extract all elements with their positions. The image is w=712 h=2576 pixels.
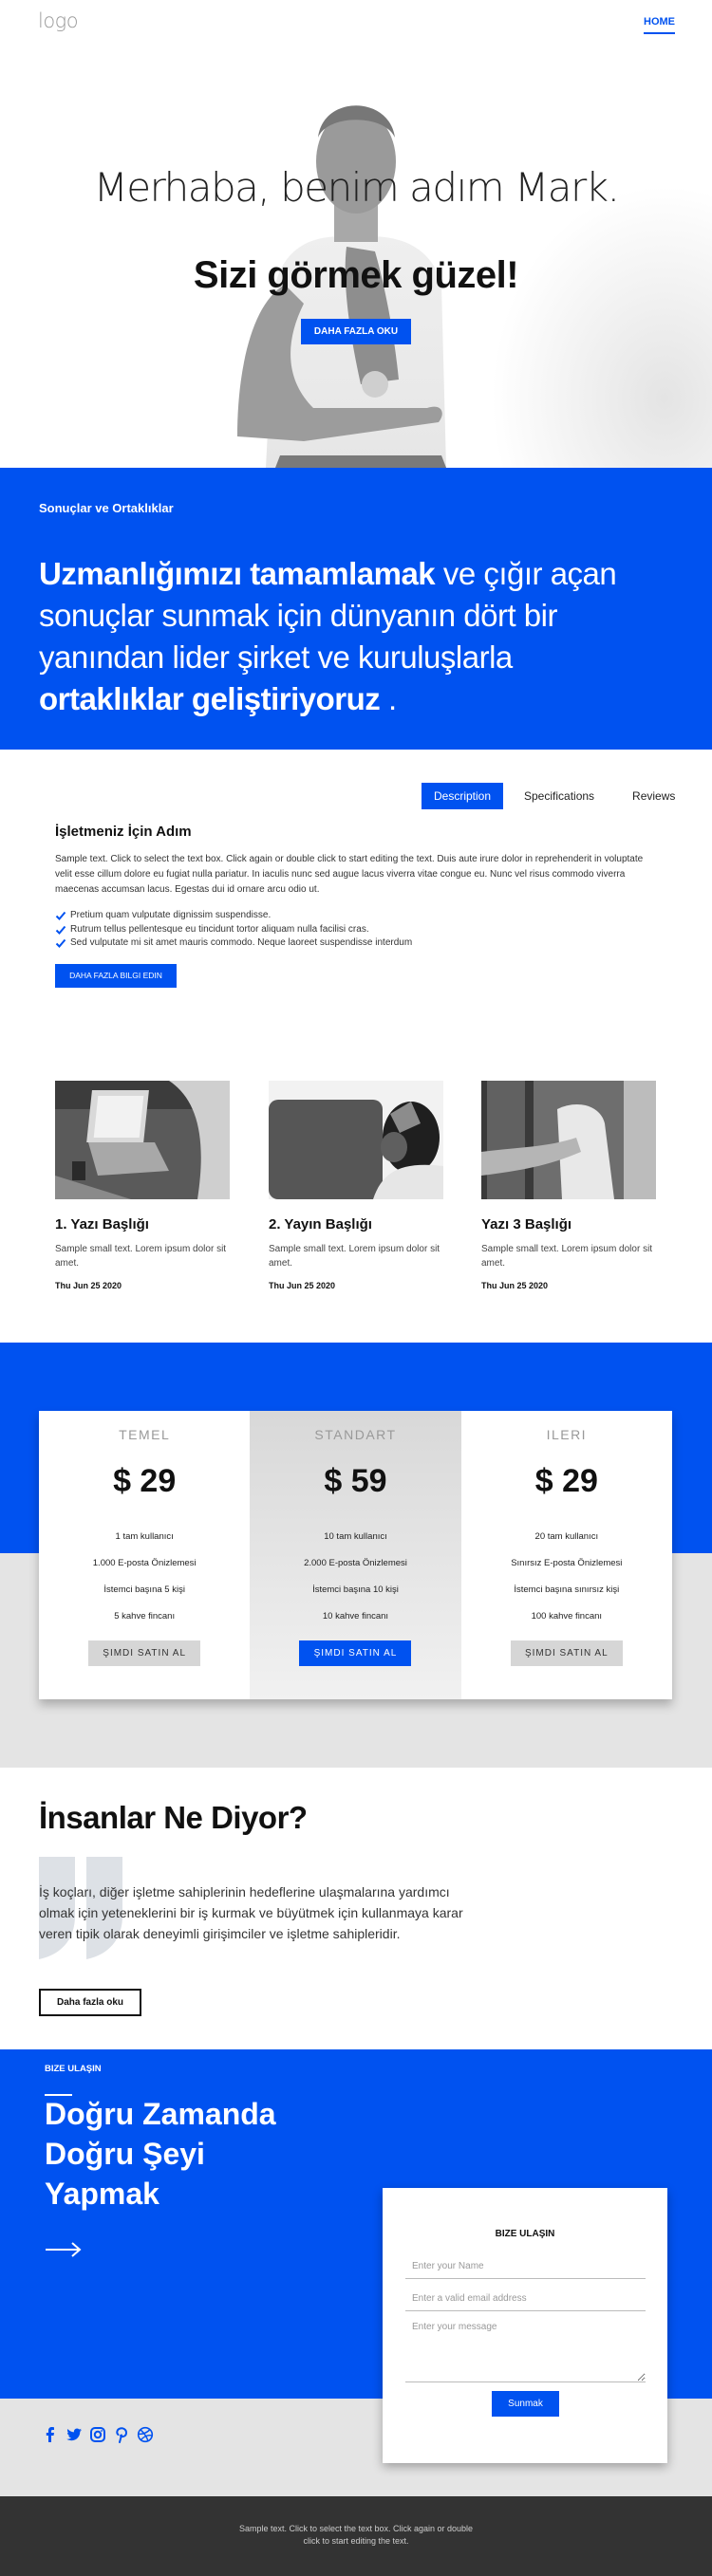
post-excerpt: Sample small text. Lorem ipsum dolor sit… — [55, 1244, 227, 1269]
testimonial-text: İş koçları, diğer işletme sahiplerinin h… — [39, 1884, 463, 1941]
logo[interactable]: logo — [38, 9, 79, 32]
plan-name: ILERI — [546, 1427, 588, 1442]
read-more-outline-button[interactable]: Daha fazla oku — [39, 1989, 141, 2016]
checklist-text: Sed vulputate mi sit amet mauris commodo… — [70, 937, 413, 948]
instagram-icon[interactable] — [89, 2426, 106, 2443]
buy-now-button[interactable]: ŞIMDI SATIN AL — [510, 1640, 623, 1666]
arrow-right-icon[interactable] — [45, 2240, 83, 2259]
checklist-item: Pretium quam vulputate dignissim suspend… — [55, 909, 412, 923]
plan-feature: 1 tam kullanıcı — [115, 1531, 174, 1542]
intro-light-2: . — [380, 681, 397, 716]
social-links — [42, 2426, 154, 2443]
hero-section: logo HOME Merhaba, benim adım Mark. Sizi… — [0, 0, 712, 468]
buy-now-button[interactable]: ŞIMDI SATIN AL — [299, 1640, 412, 1666]
post-date: Thu Jun 25 2020 — [481, 1281, 549, 1290]
tab-reviews[interactable]: Reviews — [619, 783, 688, 809]
twitter-icon[interactable] — [66, 2426, 83, 2443]
contact-form: BIZE ULAŞIN Sunmak — [383, 2188, 667, 2463]
form-title: BIZE ULAŞIN — [495, 2229, 555, 2239]
contact-heading: Doğru Zamanda Doğru Şeyi Yapmak — [45, 2097, 276, 2211]
blog-post: 2. Yayın Başlığı Sample small text. Lore… — [269, 1081, 443, 1290]
plan-feature: 10 tam kullanıcı — [324, 1531, 387, 1542]
plan-name: TEMEL — [119, 1427, 171, 1442]
vr-headset-image[interactable] — [269, 1081, 443, 1199]
testimonial-title: İnsanlar Ne Diyor? — [39, 1800, 308, 1835]
plan-feature: 10 kahve fincanı — [322, 1611, 389, 1622]
results-partnerships-section: Sonuçlar ve Ortaklıklar Uzmanlığımızı ta… — [0, 468, 712, 750]
intro-bold-1: Uzmanlığımızı tamamlamak — [39, 556, 436, 591]
feature-checklist: Pretium quam vulputate dignissim suspend… — [55, 909, 412, 951]
post-title[interactable]: 1. Yazı Başlığı — [55, 1216, 230, 1232]
description-body: Sample text. Click to select the text bo… — [55, 854, 644, 895]
laptop-meeting-image[interactable] — [55, 1081, 230, 1199]
checklist-item: Rutrum tellus pellentesque eu tincidunt … — [55, 923, 412, 937]
description-title: İşletmeniz İçin Adım — [55, 824, 192, 840]
check-icon — [55, 939, 66, 949]
plan-feature: 1.000 E-posta Önizlemesi — [92, 1558, 197, 1568]
tab-description[interactable]: Description — [422, 783, 503, 809]
plan-feature: İstemci başına 5 kişi — [103, 1585, 185, 1595]
learn-more-button[interactable]: DAHA FAZLA BILGI EDIN — [55, 964, 177, 988]
plan-feature: 5 kahve fincanı — [114, 1611, 176, 1622]
checklist-text: Rutrum tellus pellentesque eu tincidunt … — [70, 923, 369, 935]
nav-home-link[interactable]: HOME — [644, 16, 675, 34]
people-phone-image[interactable] — [481, 1081, 656, 1199]
plan-feature: İstemci başına sınırsız kişi — [514, 1585, 620, 1595]
checklist-text: Pretium quam vulputate dignissim suspend… — [70, 910, 272, 920]
intro-bold-2: ortaklıklar geliştiriyoruz — [39, 681, 381, 716]
post-excerpt: Sample small text. Lorem ipsum dolor sit… — [481, 1244, 653, 1269]
footer-text: Sample text. Click to select the text bo… — [238, 2524, 474, 2546]
blog-post: Yazı 3 Başlığı Sample small text. Lorem … — [481, 1081, 656, 1290]
plan-feature: 2.000 E-posta Önizlemesi — [304, 1558, 407, 1568]
product-tabs: Description Specifications Reviews — [422, 783, 688, 809]
plan-price: $ 29 — [113, 1463, 177, 1499]
plan-feature: 100 kahve fincanı — [531, 1611, 603, 1622]
pinterest-icon[interactable] — [113, 2426, 130, 2443]
pricing-table: TEMEL $ 29 1 tam kullanıcı 1.000 E-posta… — [39, 1411, 672, 1699]
hero-title: Merhaba, benim adım Mark. — [93, 164, 620, 211]
plan-feature: Sınırsız E-posta Önizlemesi — [511, 1558, 623, 1568]
email-field[interactable] — [405, 2287, 646, 2311]
plan-advanced: ILERI $ 29 20 tam kullanıcı Sınırsız E-p… — [461, 1411, 672, 1699]
hero-subtitle: Sizi görmek güzel! — [193, 254, 519, 296]
buy-now-button[interactable]: ŞIMDI SATIN AL — [88, 1640, 201, 1666]
plan-price: $ 59 — [324, 1463, 387, 1499]
checklist-item: Sed vulputate mi sit amet mauris commodo… — [55, 936, 412, 951]
blog-post: 1. Yazı Başlığı Sample small text. Lorem… — [55, 1081, 230, 1290]
section-label: Sonuçlar ve Ortaklıklar — [39, 501, 174, 515]
plan-standard: STANDART $ 59 10 tam kullanıcı 2.000 E-p… — [250, 1411, 461, 1699]
message-field[interactable] — [405, 2320, 646, 2382]
contact-label: BIZE ULAŞIN — [45, 2064, 102, 2074]
plan-price: $ 29 — [534, 1463, 598, 1499]
post-title[interactable]: Yazı 3 Başlığı — [481, 1216, 656, 1232]
tab-specifications[interactable]: Specifications — [511, 783, 608, 809]
post-date: Thu Jun 25 2020 — [269, 1281, 336, 1290]
check-icon — [55, 912, 66, 921]
plan-feature: İstemci başına 10 kişi — [312, 1585, 399, 1595]
page-footer: Sample text. Click to select the text bo… — [0, 2496, 712, 2576]
plan-basic: TEMEL $ 29 1 tam kullanıcı 1.000 E-posta… — [39, 1411, 250, 1699]
read-more-button[interactable]: DAHA FAZLA OKU — [301, 319, 411, 344]
facebook-icon[interactable] — [42, 2426, 59, 2443]
check-icon — [55, 925, 66, 935]
submit-button[interactable]: Sunmak — [492, 2391, 559, 2417]
intro-statement: Uzmanlığımızı tamamlamak ve çığır açan s… — [39, 553, 656, 720]
plan-feature: 20 tam kullanıcı — [534, 1531, 599, 1542]
name-field[interactable] — [405, 2254, 646, 2279]
post-date: Thu Jun 25 2020 — [55, 1281, 122, 1290]
post-title[interactable]: 2. Yayın Başlığı — [269, 1216, 443, 1232]
plan-name: STANDART — [314, 1427, 397, 1442]
post-excerpt: Sample small text. Lorem ipsum dolor sit… — [269, 1244, 440, 1269]
dribbble-icon[interactable] — [137, 2426, 154, 2443]
